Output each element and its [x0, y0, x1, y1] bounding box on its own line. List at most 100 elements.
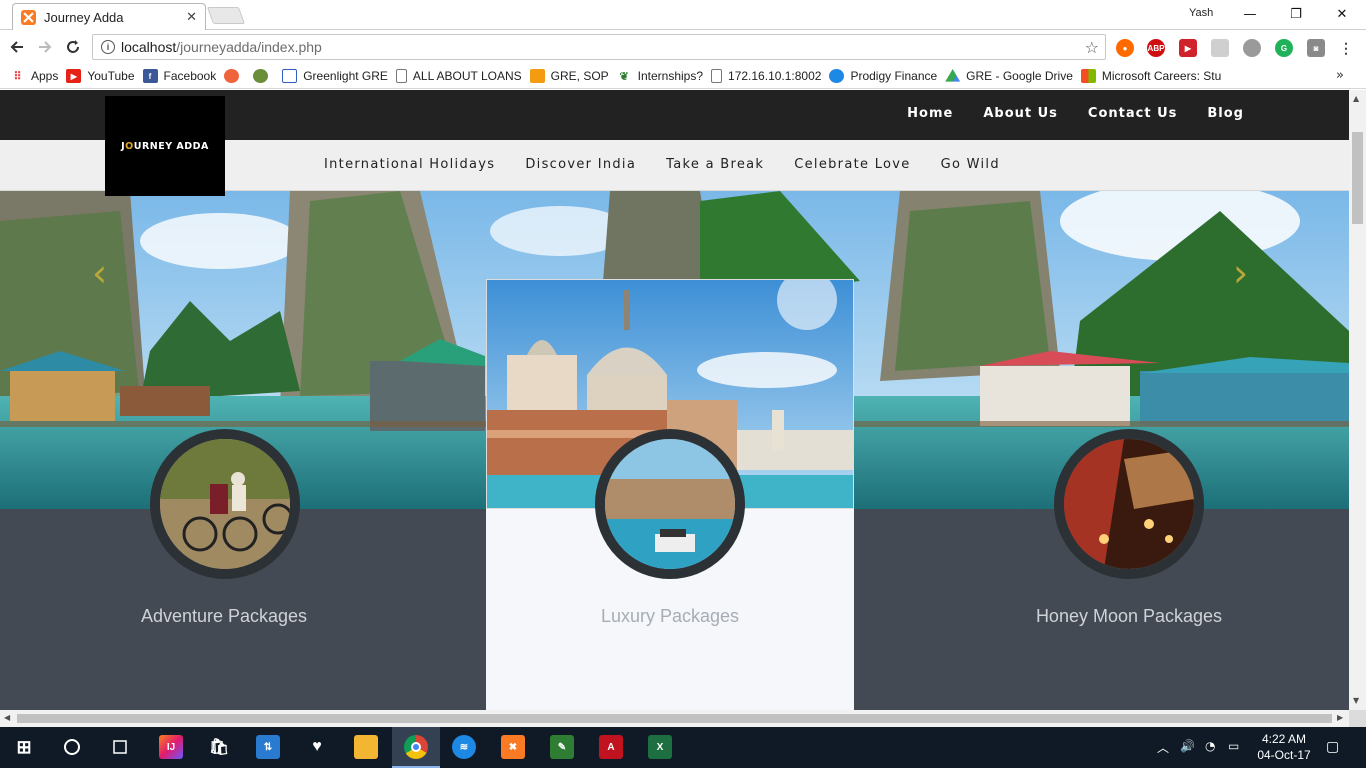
camera-extension-icon[interactable]: ◙ [1307, 39, 1325, 57]
bookmark-owl[interactable] [253, 69, 274, 83]
honeymoon-title[interactable]: Honey Moon Packages [945, 606, 1313, 627]
close-tab-icon[interactable]: ✕ [186, 10, 197, 25]
app-blue-icon[interactable]: ⇅ [256, 735, 280, 759]
extension-grey-icon[interactable] [1211, 39, 1229, 57]
nav-take-a-break[interactable]: Take a Break [666, 157, 764, 172]
nav-about-us[interactable]: About Us [983, 106, 1058, 121]
address-bar[interactable]: i localhost/journeyadda/index.php ☆ [92, 34, 1106, 60]
honeymoon-thumbnail [1054, 429, 1204, 579]
back-arrow-icon[interactable] [6, 36, 28, 58]
luxury-title[interactable]: Luxury Packages [486, 606, 854, 627]
chrome-menu-icon[interactable]: ⋮ [1337, 39, 1355, 57]
bookmark-apps[interactable]: ⠿ Apps [10, 69, 58, 83]
scroll-down-icon[interactable]: ▼ [1353, 696, 1359, 705]
horizontal-scrollbar[interactable]: ◀ ▶ [0, 710, 1349, 727]
adblock-plus-icon[interactable]: ABP [1147, 39, 1165, 57]
profile-name[interactable]: Yash [1189, 7, 1213, 19]
app-leaf-icon[interactable]: ✎ [550, 735, 574, 759]
tray-chevron-icon[interactable]: ︿ [1157, 739, 1169, 756]
windows-taskbar: ⊞ IJ 🛍 ⇅ ♥ ≋ ✖ ✎ A X ︿ 🔊 ◔ ▭ 4:22 AM 04-… [0, 727, 1366, 768]
xampp-favicon-icon [21, 9, 36, 25]
slider-prev-arrow-icon[interactable]: ‹ [92, 251, 107, 295]
scroll-right-icon[interactable]: ▶ [1337, 713, 1343, 722]
reload-icon[interactable] [62, 36, 84, 58]
nav-home[interactable]: Home [907, 106, 953, 121]
notifications-icon[interactable]: ▢ [1326, 739, 1339, 755]
tab-strip: Journey Adda ✕ Yash — ❐ ✕ [0, 0, 1366, 30]
windows-start-icon[interactable]: ⊞ [12, 735, 36, 759]
scrollbar-corner [1349, 710, 1366, 727]
browser-toolbar: i localhost/journeyadda/index.php ☆ ● AB… [0, 30, 1366, 64]
site-logo[interactable]: JOURNEY ADDA [105, 96, 225, 196]
bookmark-greenlight-gre[interactable]: Greenlight GRE [282, 69, 388, 83]
owl-icon [253, 69, 269, 83]
bookmark-gre-google-drive[interactable]: GRE - Google Drive [945, 69, 1073, 83]
extension-fire-icon[interactable]: ● [1116, 39, 1134, 57]
bookmarks-overflow-icon[interactable]: » [1336, 68, 1344, 83]
extension-shield-icon[interactable] [1243, 39, 1261, 57]
facebook-icon: f [142, 69, 158, 83]
intellij-icon[interactable]: IJ [159, 735, 183, 759]
category-nav: International Holidays Discover India Ta… [324, 157, 1000, 172]
window-close-button[interactable]: ✕ [1319, 3, 1365, 25]
volume-icon[interactable]: 🔊 [1180, 739, 1195, 753]
battery-icon[interactable]: ▭ [1228, 739, 1239, 753]
nav-blog[interactable]: Blog [1207, 106, 1244, 121]
bookmark-facebook[interactable]: f Facebook [142, 69, 216, 83]
iheartradio-icon[interactable]: ♥ [305, 735, 329, 759]
vertical-scrollbar[interactable]: ▲ ▼ [1349, 90, 1366, 710]
bookmark-fox[interactable] [224, 69, 245, 83]
fox-icon [224, 69, 240, 83]
slider-next-arrow-icon[interactable]: › [1233, 251, 1248, 295]
forward-arrow-icon[interactable] [34, 36, 56, 58]
browser-tab[interactable]: Journey Adda ✕ [12, 3, 206, 30]
page-icon [282, 69, 298, 83]
system-clock[interactable]: 4:22 AM 04-Oct-17 [1246, 731, 1322, 763]
url-host: localhost [121, 39, 177, 55]
minimize-button[interactable]: — [1227, 3, 1273, 25]
new-tab-button[interactable] [206, 7, 246, 24]
xampp-icon[interactable]: ✖ [501, 735, 525, 759]
cortana-circle-icon[interactable] [60, 735, 84, 759]
youtube-icon: ▶ [66, 69, 82, 83]
horizontal-scroll-thumb[interactable] [17, 714, 1332, 723]
drive-icon [945, 69, 961, 82]
bookmark-gre-sop[interactable]: GRE, SOP [529, 69, 609, 83]
scroll-left-icon[interactable]: ◀ [4, 713, 10, 722]
task-view-icon[interactable] [108, 735, 132, 759]
bookmark-internships[interactable]: ❦ Internships? [616, 69, 703, 83]
nav-go-wild[interactable]: Go Wild [941, 157, 1000, 172]
chart-icon [529, 69, 545, 83]
file-explorer-icon[interactable] [354, 735, 378, 759]
restore-button[interactable]: ❐ [1273, 3, 1319, 25]
doc-icon [395, 69, 407, 83]
bookmark-all-about-loans[interactable]: ALL ABOUT LOANS [395, 69, 522, 83]
adventure-title[interactable]: Adventure Packages [40, 606, 408, 627]
bookmark-microsoft-careers[interactable]: Microsoft Careers: Stu [1080, 69, 1221, 83]
nav-discover-india[interactable]: Discover India [525, 157, 636, 172]
grammarly-icon[interactable]: G [1275, 39, 1293, 57]
nav-contact-us[interactable]: Contact Us [1088, 106, 1177, 121]
site-info-icon[interactable]: i [101, 40, 115, 54]
wifi-icon[interactable]: ◔ [1205, 739, 1215, 753]
vertical-scroll-thumb[interactable] [1352, 132, 1363, 224]
nav-celebrate-love[interactable]: Celebrate Love [794, 157, 910, 172]
chrome-icon[interactable] [404, 735, 428, 759]
clock-date: 04-Oct-17 [1257, 748, 1311, 762]
adventure-thumbnail [150, 429, 300, 579]
nav-international-holidays[interactable]: International Holidays [324, 157, 495, 172]
leaf-icon: ❦ [616, 69, 632, 83]
excel-icon[interactable]: X [648, 735, 672, 759]
bookmark-ip-address[interactable]: 172.16.10.1:8002 [711, 69, 821, 83]
bookmark-prodigy-finance[interactable]: Prodigy Finance [829, 69, 937, 83]
microsoft-icon [1080, 69, 1096, 83]
extension-red-play-icon[interactable]: ▶ [1179, 39, 1197, 57]
acrobat-icon[interactable]: A [599, 735, 623, 759]
store-bag-icon[interactable]: 🛍 [207, 735, 231, 759]
scroll-up-icon[interactable]: ▲ [1353, 94, 1359, 103]
bookmark-youtube[interactable]: ▶ YouTube [66, 69, 135, 83]
url-path: /journeyadda/index.php [176, 39, 322, 55]
bookmark-star-icon[interactable]: ☆ [1085, 38, 1099, 57]
bookmarks-bar: ⠿ Apps ▶ YouTube f Facebook Greenlight GRE … [0, 64, 1366, 89]
app-globe-icon[interactable]: ≋ [452, 735, 476, 759]
